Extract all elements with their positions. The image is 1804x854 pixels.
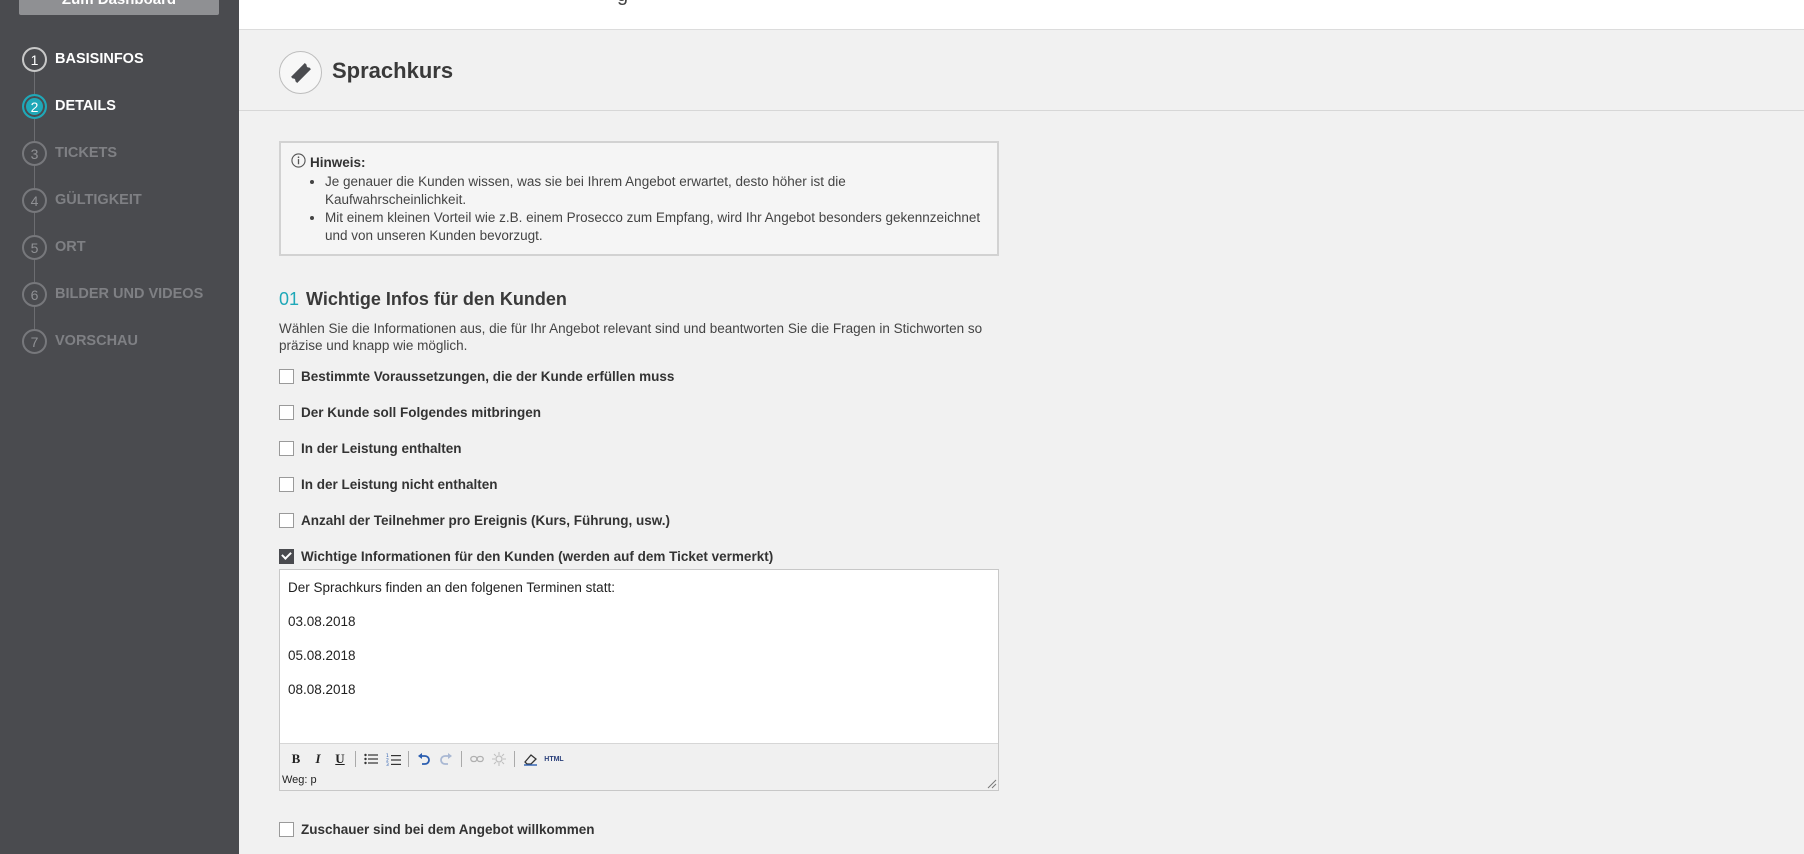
step-number: 5 [22, 235, 47, 260]
html-source-button[interactable]: HTML [542, 749, 566, 769]
step-details[interactable]: 2 DETAILS [22, 94, 203, 141]
section-description: Wählen Sie die Informationen aus, die fü… [279, 321, 983, 353]
top-bar: g [239, 0, 1804, 30]
redo-icon[interactable] [436, 749, 456, 769]
resize-handle-icon[interactable] [987, 779, 997, 789]
checkbox[interactable] [279, 512, 294, 528]
checkbox-checked[interactable] [279, 548, 294, 564]
bold-button[interactable]: B [286, 749, 306, 769]
step-label: ORT [55, 239, 86, 255]
checkbox-row-zuschauer[interactable]: Zuschauer sind bei dem Angebot willkomme… [279, 811, 999, 847]
checkbox-row-enthalten[interactable]: In der Leistung enthalten [279, 430, 999, 466]
step-label: GÜLTIGKEIT [55, 192, 142, 208]
checkbox-label: Bestimmte Voraussetzungen, die der Kunde… [301, 368, 675, 384]
toolbar-separator [408, 751, 409, 767]
step-ort[interactable]: 5 ORT [22, 235, 203, 282]
page-title: Sprachkurs [332, 58, 454, 83]
step-number: 4 [22, 188, 47, 213]
notice-item: Mit einem kleinen Vorteil wie z.B. einem… [325, 209, 987, 245]
top-bar-title-fragment: g [617, 0, 628, 7]
step-number: 7 [22, 329, 47, 354]
checkbox[interactable] [279, 821, 294, 837]
notice-box: Hinweis: Je genauer die Kunden wissen, w… [279, 141, 999, 256]
checkbox-label: Der Kunde soll Folgendes mitbringen [301, 404, 542, 420]
section-heading: 01 Wichtige Infos für den Kunden [279, 289, 999, 310]
step-vorschau[interactable]: 7 VORSCHAU [22, 329, 203, 376]
undo-icon[interactable] [414, 749, 434, 769]
editor-path: Weg: p [282, 774, 317, 786]
editor-paragraph: 08.08.2018 [288, 682, 356, 697]
page-header: Sprachkurs [239, 30, 1804, 111]
step-gueltigkeit[interactable]: 4 GÜLTIGKEIT [22, 188, 203, 235]
toolbar-separator [355, 751, 356, 767]
checkbox-label: In der Leistung nicht enthalten [301, 476, 498, 492]
step-basisinfos[interactable]: 1 BASISINFOS [22, 47, 203, 94]
checkbox-row-nicht-enthalten[interactable]: In der Leistung nicht enthalten [279, 466, 999, 502]
step-label: DETAILS [55, 98, 116, 114]
toolbar-separator [514, 751, 515, 767]
step-bilder-und-videos[interactable]: 6 BILDER UND VIDEOS [22, 282, 203, 329]
step-label: TICKETS [55, 145, 118, 161]
checkbox[interactable] [279, 404, 294, 420]
checkbox-list: Bestimmte Voraussetzungen, die der Kunde… [279, 358, 999, 574]
editor-path-bar: Weg: p [280, 774, 998, 790]
step-tickets[interactable]: 3 TICKETS [22, 141, 203, 188]
editor-toolbar: B I U 123 HTML [280, 743, 998, 774]
checkbox-row-mitbringen[interactable]: Der Kunde soll Folgendes mitbringen [279, 394, 999, 430]
dashboard-button[interactable]: Zum Dashboard [19, 0, 219, 15]
info-icon [291, 153, 306, 173]
section-title: Wichtige Infos für den Kunden [306, 289, 567, 309]
html-label: HTML [544, 755, 564, 763]
sidebar: Zum Dashboard 1 BASISINFOS 2 DETAILS 3 T… [0, 0, 239, 854]
numbered-list-icon[interactable]: 123 [383, 749, 403, 769]
step-label: BILDER UND VIDEOS [55, 286, 204, 302]
step-list: 1 BASISINFOS 2 DETAILS 3 TICKETS 4 GÜLTI… [22, 47, 203, 376]
svg-text:3: 3 [386, 762, 389, 766]
editor-content[interactable]: Der Sprachkurs finden an den folgenen Te… [280, 570, 998, 743]
italic-glyph: I [315, 751, 321, 766]
link-icon[interactable] [467, 749, 487, 769]
bold-glyph: B [291, 751, 301, 766]
checkbox-label: In der Leistung enthalten [301, 440, 462, 456]
eraser-icon[interactable] [520, 749, 540, 769]
checkbox-row-voraussetzungen[interactable]: Bestimmte Voraussetzungen, die der Kunde… [279, 358, 999, 394]
italic-button[interactable]: I [308, 749, 328, 769]
checkbox-row-teilnehmer[interactable]: Anzahl der Teilnehmer pro Ereignis (Kurs… [279, 502, 999, 538]
checkbox-label: Anzahl der Teilnehmer pro Ereignis (Kurs… [301, 512, 671, 528]
notice-list: Je genauer die Kunden wissen, was sie be… [325, 173, 987, 245]
step-label: VORSCHAU [55, 333, 138, 349]
editor-paragraph: Der Sprachkurs finden an den folgenen Te… [288, 580, 615, 595]
toolbar-separator [461, 751, 462, 767]
editor-paragraph: 03.08.2018 [288, 614, 356, 629]
checkbox[interactable] [279, 368, 294, 384]
unlink-icon[interactable] [489, 749, 509, 769]
notice-title: Hinweis: [310, 155, 366, 170]
notice-header: Hinweis: [291, 153, 987, 173]
step-number: 3 [22, 141, 47, 166]
checkbox-label: Zuschauer sind bei dem Angebot willkomme… [301, 821, 595, 837]
step-number: 2 [22, 94, 47, 119]
notice-item: Je genauer die Kunden wissen, was sie be… [325, 173, 987, 209]
underline-button[interactable]: U [330, 749, 350, 769]
checkbox[interactable] [279, 476, 294, 492]
step-label: BASISINFOS [55, 51, 144, 67]
bullet-list-icon[interactable] [361, 749, 381, 769]
checkbox-label: Wichtige Informationen für den Kunden (w… [301, 548, 774, 564]
underline-glyph: U [335, 751, 345, 766]
main-content: Hinweis: Je genauer die Kunden wissen, w… [279, 141, 999, 847]
step-number: 6 [22, 282, 47, 307]
section-number: 01 [279, 289, 300, 309]
rich-text-editor: Der Sprachkurs finden an den folgenen Te… [279, 569, 999, 791]
checkbox[interactable] [279, 440, 294, 456]
step-number: 1 [22, 47, 47, 72]
editor-paragraph: 05.08.2018 [288, 648, 356, 663]
ticket-icon [279, 51, 322, 94]
